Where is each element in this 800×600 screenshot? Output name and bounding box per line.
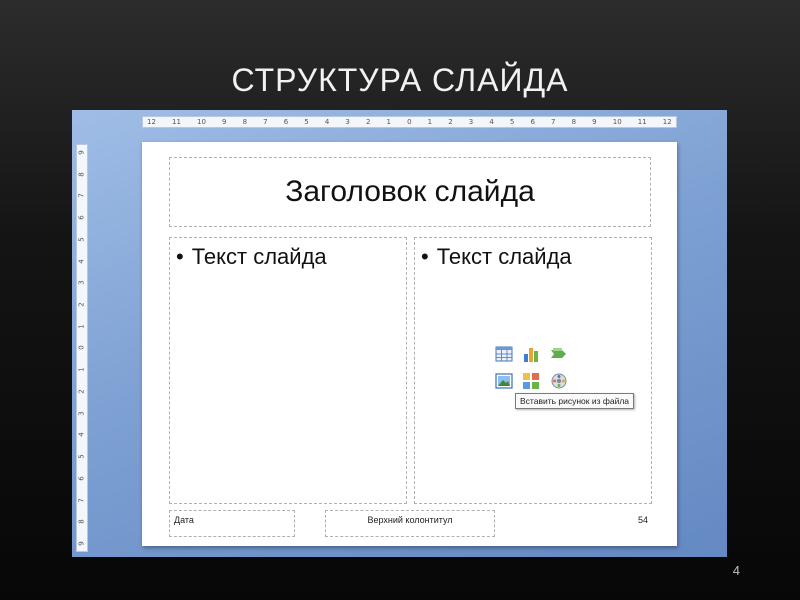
ruler-tick-label: 4 xyxy=(324,118,330,126)
ruler-tick-label: 3 xyxy=(77,280,86,286)
ruler-tick-label: 8 xyxy=(77,171,86,177)
insert-picture-tooltip: Вставить рисунок из файла xyxy=(515,393,635,409)
ruler-tick-label: 5 xyxy=(77,454,86,459)
ruler-tick-label: 7 xyxy=(77,193,86,199)
vertical-ruler[interactable]: 9 8 7 6 5 4 3 2 1 0 1 2 3 4 5 6 7 8 9 xyxy=(76,144,88,552)
ruler-tick-label: 4 xyxy=(489,118,494,126)
ruler-tick-label: 5 xyxy=(304,118,309,126)
insert-media-icon[interactable] xyxy=(550,372,568,390)
slide-number-placeholder[interactable]: 54 xyxy=(527,510,653,537)
page-number: 4 xyxy=(732,563,740,578)
left-bullet-item: • Текст слайда xyxy=(176,244,327,270)
ruler-tick-label: 10 xyxy=(612,118,622,126)
title-placeholder-text: Заголовок слайда xyxy=(285,175,535,208)
ruler-tick-label: 6 xyxy=(77,215,86,220)
ruler-tick-label: 9 xyxy=(77,150,86,155)
ruler-tick-label: 4 xyxy=(77,258,86,264)
footer-date-placeholder[interactable]: Дата xyxy=(169,510,295,537)
ruler-tick-label: 10 xyxy=(197,118,206,126)
ruler-tick-label: 1 xyxy=(77,324,86,329)
bullet-icon: • xyxy=(421,244,429,269)
left-bullet-text: Текст слайда xyxy=(191,244,327,269)
ruler-tick-label: 5 xyxy=(77,237,86,242)
ruler-tick-label: 2 xyxy=(448,118,453,126)
horizontal-ruler[interactable]: 12 11 10 9 8 7 6 5 4 3 2 1 0 1 2 3 4 5 6 7 8 9 10 11 12 xyxy=(142,116,677,128)
insert-table-icon[interactable] xyxy=(495,345,513,363)
insert-smartart-icon[interactable] xyxy=(550,345,568,363)
right-content-placeholder[interactable]: • Текст слайда Вставить рисунок из файла xyxy=(414,237,652,504)
right-bullet-text: Текст слайда xyxy=(436,244,572,269)
footer-header-placeholder[interactable]: Верхний колонтитул xyxy=(325,510,495,537)
powerpoint-screenshot: 12 11 10 9 8 7 6 5 4 3 2 1 0 1 2 3 4 5 6 7 8 9 10 11 12 98765432… xyxy=(72,110,727,557)
ruler-tick-label: 12 xyxy=(147,118,156,126)
ruler-tick-label: 2 xyxy=(77,302,86,307)
ruler-tick-label: 2 xyxy=(77,389,86,394)
ruler-tick-label: 3 xyxy=(345,118,350,126)
ruler-tick-label: 0 xyxy=(77,345,86,351)
ruler-tick-label: 0 xyxy=(407,118,412,126)
slide-number-text: 54 xyxy=(637,515,648,525)
ruler-tick-label: 11 xyxy=(172,118,181,126)
slide-canvas[interactable]: Заголовок слайда • Текст слайда • Текст сл… xyxy=(142,142,677,546)
ruler-tick-label: 6 xyxy=(77,476,86,481)
ruler-tick-label: 12 xyxy=(662,118,672,126)
ruler-tick-label: 9 xyxy=(592,118,597,126)
ruler-tick-label: 8 xyxy=(242,118,248,126)
ruler-tick-label: 1 xyxy=(427,118,433,126)
insert-clipart-icon[interactable] xyxy=(522,372,540,390)
right-bullet-item: • Текст слайда xyxy=(421,244,572,270)
footer-header-text: Верхний колонтитул xyxy=(367,515,453,525)
ruler-tick-label: 4 xyxy=(77,432,86,438)
ruler-tick-label: 8 xyxy=(571,118,577,126)
ruler-tick-label: 11 xyxy=(637,118,647,126)
ruler-tick-label: 9 xyxy=(77,541,86,546)
ruler-tick-label: 1 xyxy=(77,367,86,372)
ruler-tick-label: 3 xyxy=(468,118,474,126)
ruler-tick-label: 7 xyxy=(77,497,86,503)
ruler-tick-label: 1 xyxy=(386,118,392,126)
ruler-tick-label: 6 xyxy=(530,118,535,126)
insert-chart-icon[interactable] xyxy=(522,345,540,363)
ruler-tick-label: 9 xyxy=(222,118,227,126)
insert-picture-icon[interactable] xyxy=(495,372,513,390)
ruler-tick-label: 5 xyxy=(509,118,515,126)
left-content-placeholder[interactable]: • Текст слайда xyxy=(169,237,407,504)
footer-date-text: Дата xyxy=(174,515,194,525)
bullet-icon: • xyxy=(176,244,184,269)
ruler-tick-label: 8 xyxy=(77,519,86,524)
title-placeholder[interactable]: Заголовок слайда xyxy=(169,157,651,227)
ruler-tick-label: 7 xyxy=(551,118,556,126)
ruler-tick-label: 6 xyxy=(283,118,289,126)
ruler-tick-label: 7 xyxy=(263,118,268,126)
ruler-tick-label: 2 xyxy=(365,118,371,126)
ruler-tick-label: 3 xyxy=(77,410,86,416)
page-title: Структура слайда xyxy=(231,62,569,98)
